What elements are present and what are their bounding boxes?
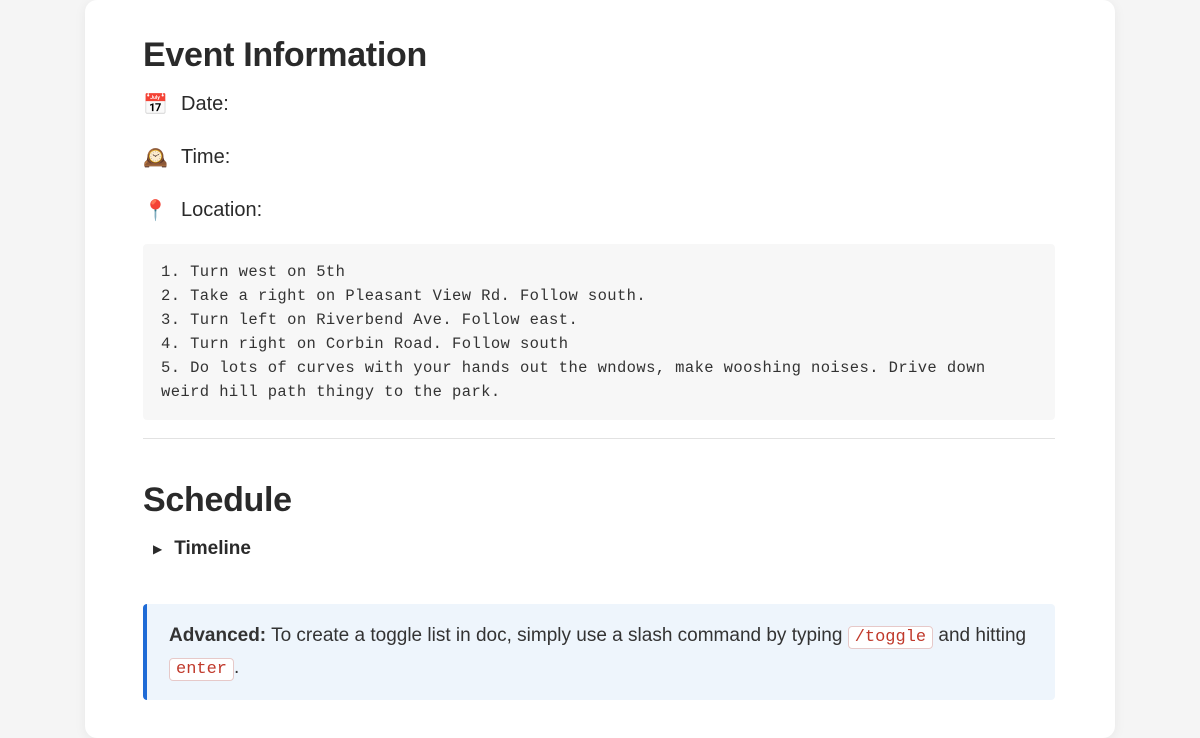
callout-strong: Advanced: — [169, 625, 266, 646]
toggle-command-code: /toggle — [848, 626, 933, 649]
clock-icon: 🕰️ — [143, 148, 165, 168]
enter-key-code: enter — [169, 658, 234, 681]
section-divider — [143, 438, 1055, 439]
pin-icon: 📍 — [143, 201, 165, 221]
callout-text-1: To create a toggle list in doc, simply u… — [266, 625, 848, 646]
advanced-tip-callout: Advanced: To create a toggle list in doc… — [143, 604, 1055, 700]
event-time-label: Time: — [181, 146, 230, 169]
calendar-icon: 📅 — [143, 95, 165, 115]
timeline-toggle-label: Timeline — [174, 538, 251, 560]
event-info-heading: Event Information — [143, 36, 1055, 75]
callout-text-3: . — [234, 657, 239, 678]
caret-right-icon: ▶ — [153, 542, 162, 556]
event-time-row[interactable]: 🕰️ Time: — [143, 146, 1055, 169]
document-page: Event Information 📅 Date: 🕰️ Time: 📍 Loc… — [85, 0, 1115, 738]
directions-code-block[interactable]: 1. Turn west on 5th 2. Take a right on P… — [143, 244, 1055, 420]
event-date-row[interactable]: 📅 Date: — [143, 93, 1055, 116]
event-date-label: Date: — [181, 93, 229, 116]
event-location-label: Location: — [181, 199, 262, 222]
schedule-heading: Schedule — [143, 481, 1055, 520]
callout-text-2: and hitting — [933, 625, 1026, 646]
event-location-row[interactable]: 📍 Location: — [143, 199, 1055, 222]
timeline-toggle[interactable]: ▶ Timeline — [143, 538, 1055, 560]
